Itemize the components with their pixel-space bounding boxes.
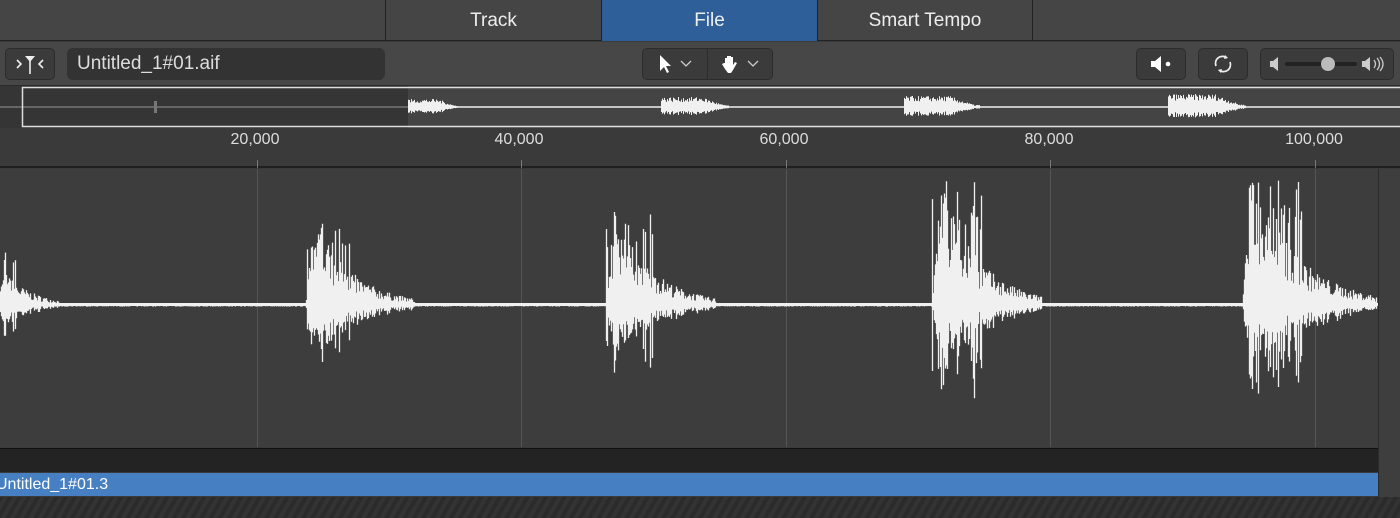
speaker-preview-button[interactable] — [1136, 48, 1186, 80]
ruler-tick-label: 60,000 — [759, 131, 809, 148]
overview-waveform — [408, 94, 1246, 118]
catch-playhead-icon — [16, 56, 44, 74]
hand-tool-menu[interactable] — [708, 49, 773, 79]
hand-icon — [721, 56, 737, 73]
ruler-tick-label: 80,000 — [1024, 131, 1074, 148]
chevron-down-icon — [747, 60, 759, 67]
volume-slider-knob[interactable] — [1321, 57, 1336, 71]
pointer-icon — [659, 55, 671, 73]
chevron-down-icon — [680, 60, 692, 67]
tab-smart-tempo[interactable]: Smart Tempo — [817, 0, 1033, 41]
speaker-preview-icon — [1151, 56, 1171, 72]
pointer-tool-menu[interactable] — [643, 49, 708, 79]
volume-low-icon — [1270, 57, 1278, 71]
volume-high-icon — [1362, 56, 1384, 72]
sample-ruler[interactable]: 20,000 40,000 60,000 80,000 100,000 — [0, 128, 1400, 168]
waveform-overview[interactable] — [0, 86, 1400, 128]
cycle-icon — [1214, 55, 1232, 73]
waveform — [0, 180, 1379, 399]
ruler-tick-label: 20,000 — [230, 131, 280, 148]
tab-bar: Track File Smart Tempo — [0, 0, 1400, 41]
tab-track[interactable]: Track — [385, 0, 601, 41]
catch-playhead-button[interactable] — [5, 48, 55, 80]
volume-slider[interactable] — [1285, 57, 1357, 71]
tool-selector[interactable] — [642, 48, 773, 80]
waveform-display[interactable] — [0, 169, 1379, 447]
ruler-tick-label: 40,000 — [494, 131, 544, 148]
toolbar: Untitled_1#01.aif — [0, 42, 1400, 86]
ruler-tick-label: 100,000 — [1285, 131, 1343, 148]
empty-area — [0, 497, 1400, 518]
region-lane-header — [0, 448, 1378, 472]
filename-field[interactable]: Untitled_1#01.aif — [67, 48, 385, 80]
tab-file[interactable]: File — [601, 0, 817, 41]
cycle-button[interactable] — [1198, 48, 1248, 80]
volume-control[interactable] — [1260, 48, 1394, 80]
vertical-scrollbar[interactable] — [1378, 169, 1400, 497]
audio-region[interactable]: Untitled_1#01.3 — [0, 473, 1378, 496]
